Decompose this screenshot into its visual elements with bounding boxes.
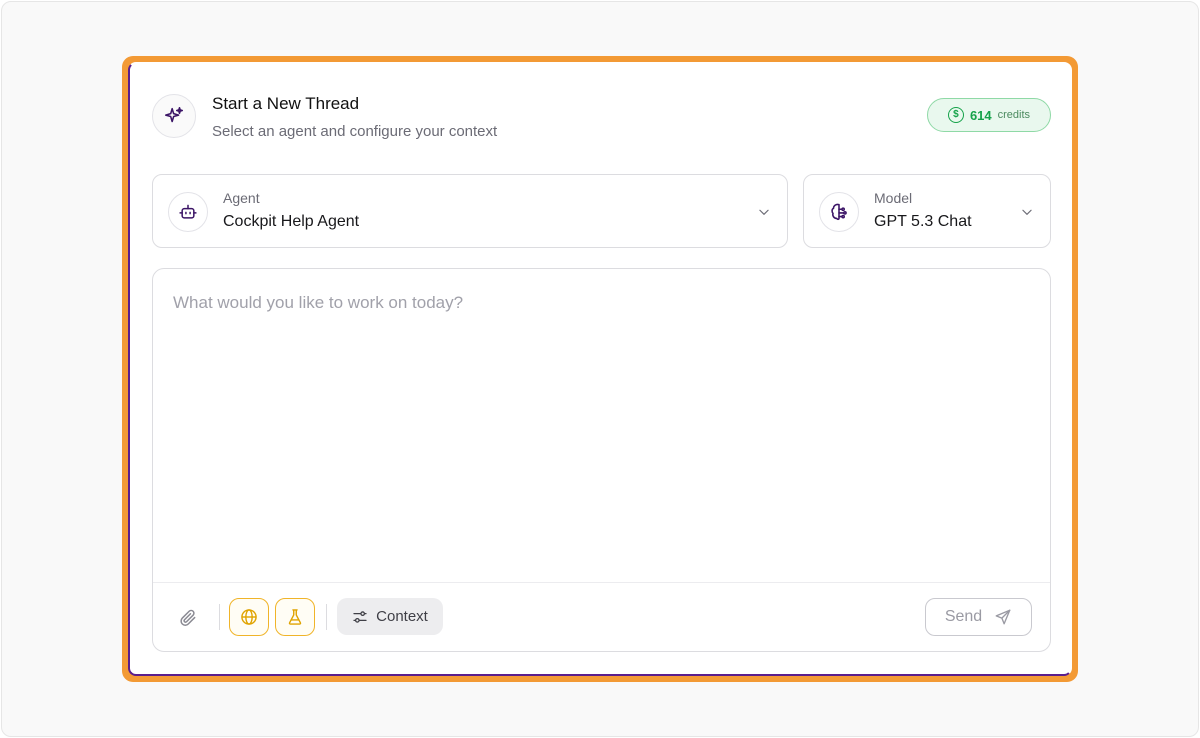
brain-icon	[819, 192, 859, 232]
chevron-down-icon	[1020, 205, 1034, 224]
new-thread-card: Start a New Thread Select an agent and c…	[128, 62, 1072, 676]
credits-label: credits	[997, 109, 1031, 121]
model-label: Model	[874, 190, 913, 206]
flask-icon	[285, 607, 305, 627]
page-title: Start a New Thread	[212, 94, 360, 113]
model-selector[interactable]: Model GPT 5.3 Chat	[803, 174, 1051, 248]
send-button[interactable]: Send	[925, 598, 1032, 636]
send-label: Send	[944, 608, 983, 625]
coin-icon: $	[947, 107, 964, 123]
send-icon	[994, 608, 1012, 626]
credits-amount: 614	[969, 107, 992, 123]
context-label: Context	[376, 608, 428, 625]
sparkles-icon	[152, 94, 196, 138]
chevron-down-icon	[757, 205, 771, 224]
prompt-input[interactable]	[173, 293, 1023, 313]
research-toggle[interactable]	[275, 598, 315, 636]
composer-toolbar: Context Send	[153, 582, 1050, 652]
globe-icon	[239, 607, 259, 627]
context-button[interactable]: Context	[337, 598, 443, 635]
toolbar-divider	[219, 604, 220, 630]
toolbar-divider	[326, 604, 327, 630]
web-search-toggle[interactable]	[229, 598, 269, 636]
credits-badge: $ 614 credits	[927, 98, 1051, 132]
page-subtitle: Select an agent and configure your conte…	[212, 123, 498, 140]
sliders-icon	[352, 609, 368, 625]
robot-icon	[168, 192, 208, 232]
paperclip-icon[interactable]	[173, 603, 203, 633]
agent-selector[interactable]: Agent Cockpit Help Agent	[152, 174, 788, 248]
composer: Context Send	[152, 268, 1051, 652]
agent-value: Cockpit Help Agent	[223, 213, 360, 230]
agent-label: Agent	[223, 190, 260, 206]
model-value: GPT 5.3 Chat	[874, 213, 972, 230]
